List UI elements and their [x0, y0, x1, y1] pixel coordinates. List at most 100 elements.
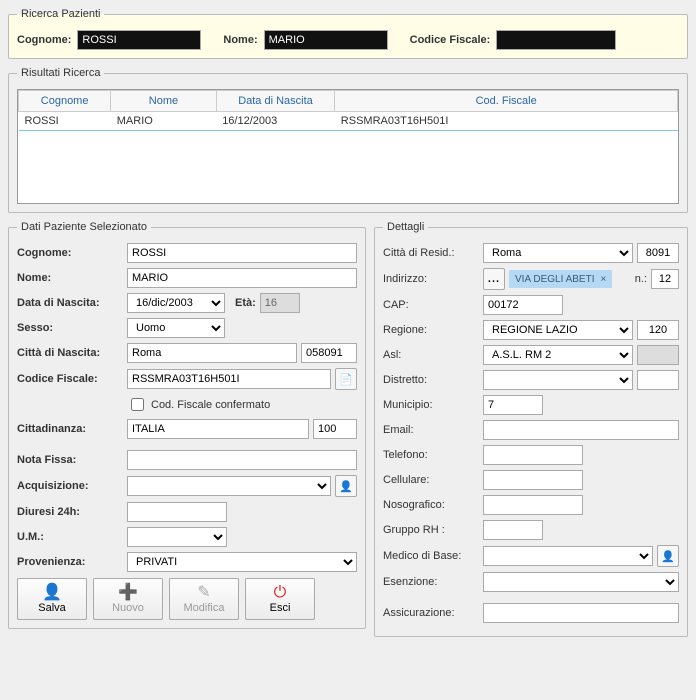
results-legend: Risultati Ricerca	[17, 67, 104, 79]
plus-circle-icon: ➕	[118, 585, 138, 601]
cognome-label: Cognome:	[17, 247, 123, 259]
cf-input[interactable]	[127, 369, 331, 389]
search-cognome-label: Cognome:	[17, 34, 71, 46]
cittadinanza-code[interactable]	[313, 419, 357, 439]
search-panel: Ricerca Pazienti Cognome: Nome: Codice F…	[8, 8, 688, 59]
cap-input[interactable]	[483, 295, 563, 315]
nosografico-input[interactable]	[483, 495, 583, 515]
search-cf-label: Codice Fiscale:	[410, 34, 491, 46]
citta-res-code[interactable]	[637, 243, 679, 263]
nosografico-label: Nosografico:	[383, 499, 479, 511]
nota-input[interactable]	[127, 450, 357, 470]
details-legend: Dettagli	[383, 221, 428, 233]
col-nome[interactable]: Nome	[111, 91, 216, 112]
um-select[interactable]	[127, 527, 227, 547]
cf-confirm-checkbox[interactable]	[131, 398, 144, 411]
search-nome-input[interactable]	[264, 30, 388, 50]
indirizzo-n-input[interactable]	[651, 269, 679, 289]
cittadinanza-input[interactable]	[127, 419, 309, 439]
grupporh-label: Gruppo RH :	[383, 524, 479, 536]
acq-select[interactable]	[127, 476, 331, 496]
ddn-select[interactable]: 16/dic/2003	[127, 293, 225, 313]
citta-nascita-code[interactable]	[301, 343, 357, 363]
search-legend: Ricerca Pazienti	[17, 8, 104, 20]
asl-code	[637, 345, 679, 365]
results-table[interactable]: Cognome Nome Data di Nascita Cod. Fiscal…	[18, 90, 678, 131]
acq-user-button[interactable]: 👤	[335, 475, 357, 497]
col-cognome[interactable]: Cognome	[19, 91, 111, 112]
asl-select[interactable]: A.S.L. RM 2	[483, 345, 633, 365]
table-row[interactable]: ROSSI MARIO 16/12/2003 RSSMRA03T16H501I	[19, 112, 678, 131]
regione-label: Regione:	[383, 324, 479, 336]
nome-input[interactable]	[127, 268, 357, 288]
regione-select[interactable]: REGIONE LAZIO	[483, 320, 633, 340]
cellulare-input[interactable]	[483, 470, 583, 490]
nota-label: Nota Fissa:	[17, 454, 123, 466]
assicurazione-input[interactable]	[483, 603, 679, 623]
municipio-label: Municipio:	[383, 399, 479, 411]
sesso-select[interactable]: Uomo	[127, 318, 225, 338]
municipio-input[interactable]	[483, 395, 543, 415]
results-panel: Risultati Ricerca Cognome Nome Data di N…	[8, 67, 688, 213]
email-label: Email:	[383, 424, 479, 436]
citta-nascita-input[interactable]	[127, 343, 297, 363]
col-ddn[interactable]: Data di Nascita	[216, 91, 335, 112]
indirizzo-n-label: n.:	[635, 273, 647, 285]
nome-label: Nome:	[17, 272, 123, 284]
cf-confirm-label: Cod. Fiscale confermato	[151, 399, 270, 411]
medico-select[interactable]	[483, 546, 653, 566]
citta-nascita-label: Città di Nascita:	[17, 347, 123, 359]
acq-label: Acquisizione:	[17, 480, 123, 492]
eta-label: Età:	[235, 297, 256, 309]
power-icon: ⏻	[274, 585, 287, 601]
details-panel: Dettagli Città di Resid.: Roma Indirizzo…	[374, 221, 688, 637]
close-icon[interactable]: ×	[600, 274, 606, 285]
prov-label: Provenienza:	[17, 556, 123, 568]
user-add-icon: 👤	[661, 550, 675, 563]
patient-panel: Dati Paziente Selezionato Cognome: Nome:…	[8, 221, 366, 629]
cittadinanza-label: Cittadinanza:	[17, 423, 123, 435]
indirizzo-browse-button[interactable]: ...	[483, 268, 505, 290]
cognome-input[interactable]	[127, 243, 357, 263]
search-cf-input[interactable]	[496, 30, 616, 50]
asl-label: Asl:	[383, 349, 479, 361]
indirizzo-label: Indirizzo:	[383, 273, 479, 285]
medico-add-button[interactable]: 👤	[657, 545, 679, 567]
prov-select[interactable]: PRIVATI	[127, 552, 357, 572]
document-icon: 📄	[339, 373, 353, 386]
diuresi-label: Diuresi 24h:	[17, 506, 123, 518]
email-input[interactable]	[483, 420, 679, 440]
user-icon: 👤	[42, 585, 62, 601]
assicurazione-label: Assicurazione:	[383, 607, 479, 619]
nuovo-button[interactable]: ➕ Nuovo	[93, 578, 163, 620]
distretto-select[interactable]	[483, 370, 633, 390]
diuresi-input[interactable]	[127, 502, 227, 522]
distretto-code[interactable]	[637, 370, 679, 390]
patient-legend: Dati Paziente Selezionato	[17, 221, 151, 233]
telefono-label: Telefono:	[383, 449, 479, 461]
distretto-label: Distretto:	[383, 374, 479, 386]
user-add-icon: 👤	[339, 480, 353, 493]
grupporh-input[interactable]	[483, 520, 543, 540]
cap-label: CAP:	[383, 299, 479, 311]
regione-code[interactable]	[637, 320, 679, 340]
salva-button[interactable]: 👤 Salva	[17, 578, 87, 620]
modifica-button[interactable]: ✎ Modifica	[169, 578, 239, 620]
telefono-input[interactable]	[483, 445, 583, 465]
pencil-icon: ✎	[197, 585, 210, 601]
medico-label: Medico di Base:	[383, 550, 479, 562]
ddn-label: Data di Nascita:	[17, 297, 123, 309]
um-label: U.M.:	[17, 531, 123, 543]
citta-res-select[interactable]: Roma	[483, 243, 633, 263]
esci-button[interactable]: ⏻ Esci	[245, 578, 315, 620]
eta-field	[260, 293, 300, 313]
col-cf[interactable]: Cod. Fiscale	[335, 91, 678, 112]
search-nome-label: Nome:	[223, 34, 257, 46]
cf-label: Codice Fiscale:	[17, 373, 123, 385]
cf-edit-button[interactable]: 📄	[335, 368, 357, 390]
indirizzo-tag[interactable]: VIA DEGLI ABETI ×	[509, 270, 612, 288]
esenzione-select[interactable]	[483, 572, 679, 592]
sesso-label: Sesso:	[17, 322, 123, 334]
search-cognome-input[interactable]	[77, 30, 201, 50]
results-table-container: Cognome Nome Data di Nascita Cod. Fiscal…	[17, 89, 679, 204]
